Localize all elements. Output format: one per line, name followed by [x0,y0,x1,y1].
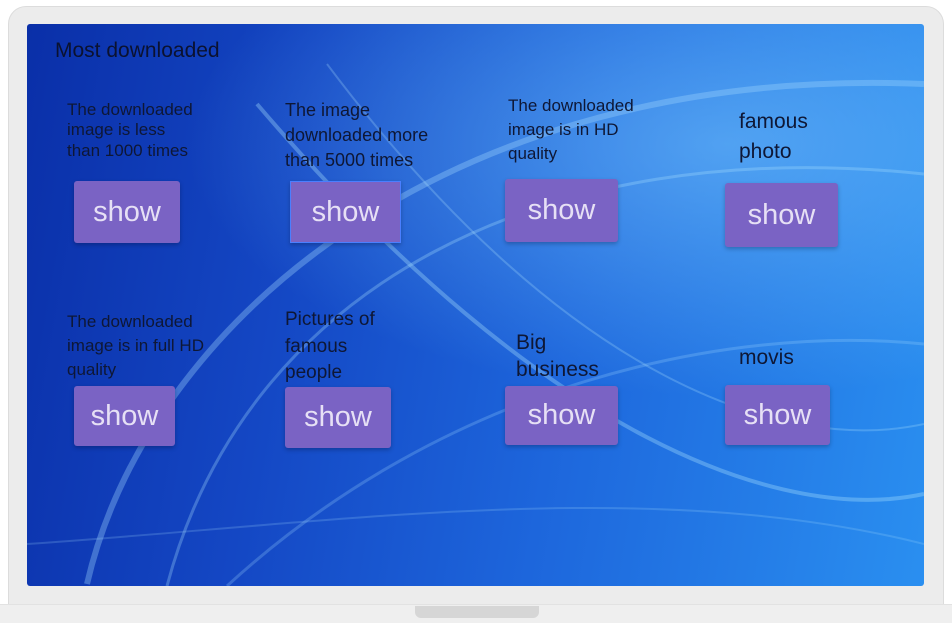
card-8-text: movis [739,346,794,369]
card-2-text: The image downloaded more than 5000 time… [285,100,429,171]
card-7-text: Big business [516,331,599,382]
card-4-text: famous photo [739,110,808,164]
show-button-8[interactable]: show [725,385,830,445]
show-button-4[interactable]: show [725,183,838,247]
card-6-text: Pictures of famous people [285,309,375,384]
show-button-1[interactable]: show [74,181,180,243]
card-1-text: The downloaded image is less than 1000 t… [67,100,193,160]
show-button-5[interactable]: show [74,386,175,446]
show-button-3[interactable]: show [505,179,618,242]
laptop-notch [415,606,539,618]
page-title: Most downloaded [55,39,220,62]
screen: Most downloaded The downloaded image is … [27,24,924,586]
show-button-7[interactable]: show [505,386,618,445]
show-button-2[interactable]: show [290,181,401,243]
show-button-6[interactable]: show [285,387,391,448]
card-3-text: The downloaded image is in HD quality [508,96,634,163]
card-5-text: The downloaded image is in full HD quali… [67,312,204,379]
